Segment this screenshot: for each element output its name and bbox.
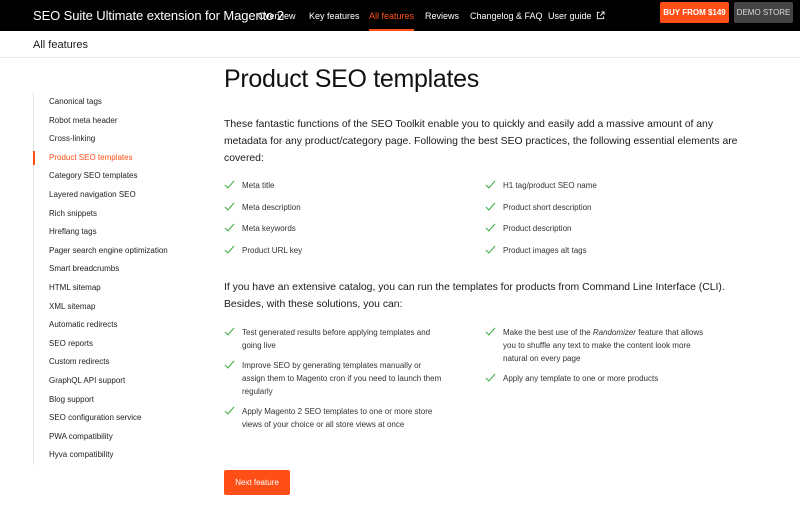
nav-key-features[interactable]: Key features: [309, 0, 360, 31]
sidebar-item-seo-reports[interactable]: SEO reports: [34, 335, 203, 354]
nav-overview[interactable]: Overview: [258, 0, 296, 31]
check-icon: [224, 327, 235, 336]
brand-title[interactable]: SEO Suite Ultimate extension for Magento…: [33, 8, 284, 23]
next-feature-button[interactable]: Next feature: [224, 470, 290, 495]
list-item: Test generated results before applying t…: [224, 326, 444, 352]
external-link-icon: [596, 11, 605, 20]
sidebar-item-graphql-api-support[interactable]: GraphQL API support: [34, 372, 203, 391]
sidebar-item-product-seo-templates[interactable]: Product SEO templates: [33, 149, 203, 168]
section-title: All features: [33, 39, 89, 51]
list-item-label: Product description: [503, 224, 572, 233]
list-item-label: Make the best use of the Randomizer feat…: [503, 328, 703, 363]
list-item-label: Product URL key: [242, 245, 303, 255]
page-title: Product SEO templates: [224, 65, 479, 93]
randomizer-word: Randomizer: [592, 328, 636, 337]
check-icon: [224, 244, 235, 254]
list-item: Product description: [485, 223, 725, 245]
list-item: Meta title: [224, 180, 464, 202]
cli-paragraph: If you have an extensive catalog, you ca…: [224, 282, 725, 310]
list-item-label: Apply Magento 2 SEO templates to one or …: [242, 407, 433, 429]
check-icon: [485, 223, 496, 232]
sidebar-item-automatic-redirects[interactable]: Automatic redirects: [34, 316, 203, 335]
intro-paragraph: These fantastic functions of the SEO Too…: [224, 119, 738, 164]
list-item-label: H1 tag/product SEO name: [503, 181, 597, 190]
sidebar-item-blog-support[interactable]: Blog support: [34, 391, 203, 410]
nav-user-guide-label: User guide: [548, 10, 592, 21]
check-icon: [485, 327, 496, 336]
list-item: Product images alt tags: [485, 244, 725, 267]
sidebar-item-hreflang-tags[interactable]: Hreflang tags: [34, 223, 203, 242]
sidebar-item-html-sitemap[interactable]: HTML sitemap: [34, 279, 203, 298]
sidebar-item-seo-configuration-service[interactable]: SEO configuration service: [34, 409, 203, 428]
check-icon: [224, 223, 235, 232]
elements-list-right: H1 tag/product SEO name Product short de…: [485, 180, 725, 266]
list-item-label: Apply any template to one or more produc…: [503, 374, 659, 383]
sidebar-item-robot-meta-header[interactable]: Robot meta header: [34, 112, 203, 131]
list-item: H1 tag/product SEO name: [485, 180, 725, 202]
abilities-list-left: Test generated results before applying t…: [224, 326, 444, 431]
randomizer-text-before: Make the best use of the: [503, 328, 593, 337]
list-item: Improve SEO by generating templates manu…: [224, 359, 444, 398]
list-item-label: Improve SEO by generating templates manu…: [242, 361, 442, 396]
header-divider: [0, 57, 800, 58]
sidebar-item-smart-breadcrumbs[interactable]: Smart breadcrumbs: [34, 260, 203, 279]
nav-user-guide[interactable]: User guide: [548, 0, 605, 31]
sidebar-item-canonical-tags[interactable]: Canonical tags: [34, 93, 203, 112]
list-item: Meta description: [224, 201, 464, 224]
sidebar-item-xml-sitemap[interactable]: XML sitemap: [34, 298, 203, 317]
list-item: Meta keywords: [224, 223, 464, 245]
list-item: Apply any template to one or more produc…: [485, 372, 710, 385]
check-icon: [224, 406, 235, 415]
list-item-label: Meta description: [242, 202, 301, 212]
list-item-label: Meta title: [242, 181, 275, 190]
buy-button[interactable]: BUY FROM $149: [660, 2, 729, 23]
list-item: Product short description: [485, 201, 725, 224]
sidebar-item-pager-seo[interactable]: Pager search engine optimization: [34, 242, 203, 261]
check-icon: [485, 373, 496, 382]
nav-changelog-faq[interactable]: Changelog & FAQ: [470, 0, 543, 31]
list-item-label: Product images alt tags: [503, 245, 587, 255]
list-item-label: Product short description: [503, 202, 592, 212]
list-item-label: Test generated results before applying t…: [242, 328, 431, 350]
check-icon: [485, 244, 496, 254]
sidebar-item-cross-linking[interactable]: Cross-linking: [34, 130, 203, 149]
list-item: Apply Magento 2 SEO templates to one or …: [224, 405, 444, 431]
sidebar-item-hyva-compatibility[interactable]: Hyva compatibility: [34, 446, 203, 465]
elements-list-left: Meta title Meta description Meta keyword…: [224, 180, 464, 266]
sidebar-item-layered-navigation-seo[interactable]: Layered navigation SEO: [34, 186, 203, 205]
sidebar-item-category-seo-templates[interactable]: Category SEO templates: [34, 167, 203, 186]
list-item: Product URL key: [224, 244, 464, 267]
top-navigation-bar: SEO Suite Ultimate extension for Magento…: [0, 0, 800, 31]
sidebar-item-pwa-compatibility[interactable]: PWA compatibility: [34, 428, 203, 447]
nav-reviews[interactable]: Reviews: [425, 0, 459, 31]
check-icon: [485, 201, 496, 211]
list-item-label: Meta keywords: [242, 224, 296, 233]
feature-sidebar: Canonical tags Robot meta header Cross-l…: [33, 93, 203, 465]
check-icon: [224, 180, 235, 189]
nav-all-features[interactable]: All features: [369, 0, 415, 31]
demo-store-button[interactable]: DEMO STORE: [734, 2, 793, 23]
sidebar-item-custom-redirects[interactable]: Custom redirects: [34, 353, 203, 372]
sidebar-item-rich-snippets[interactable]: Rich snippets: [34, 205, 203, 224]
abilities-list-right: Make the best use of the Randomizer feat…: [485, 326, 710, 385]
check-icon: [485, 180, 496, 189]
check-icon: [224, 201, 235, 211]
list-item: Make the best use of the Randomizer feat…: [485, 326, 710, 365]
check-icon: [224, 360, 235, 369]
